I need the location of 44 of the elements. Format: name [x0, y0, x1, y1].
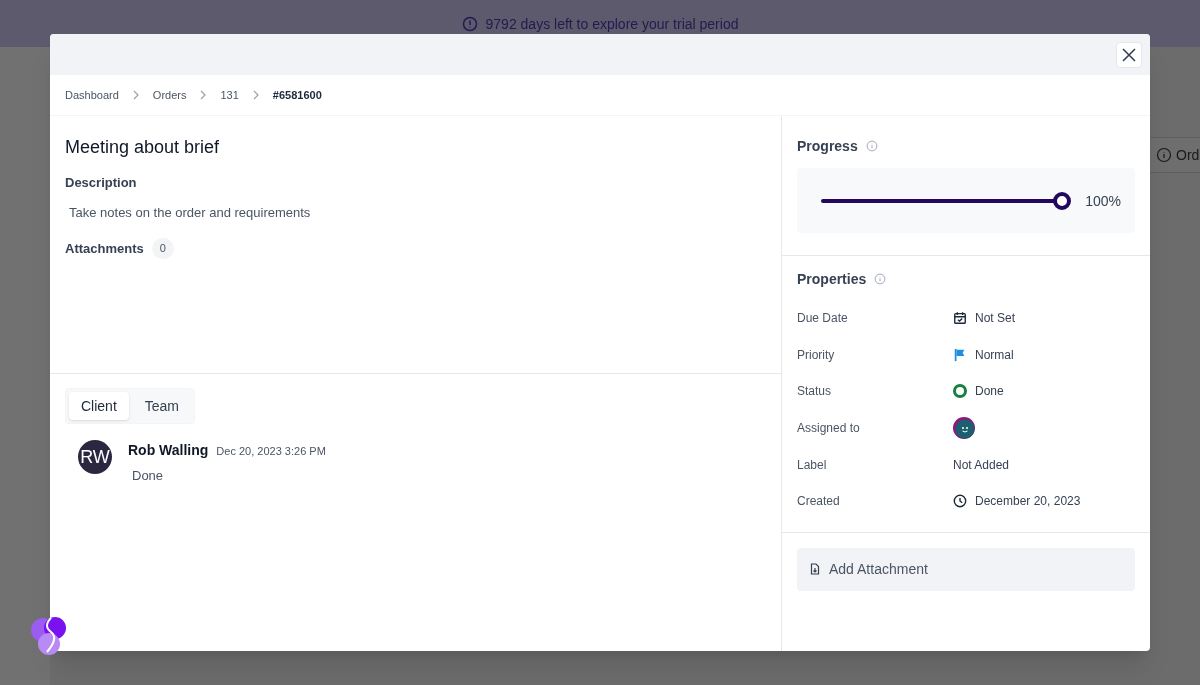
progress-title: Progress: [797, 137, 858, 156]
property-label: Label: [797, 456, 828, 473]
close-icon: [1121, 46, 1137, 63]
breadcrumb-link[interactable]: Orders: [152, 86, 187, 104]
trial-text: 9792 days left to explore your trial period: [485, 14, 739, 34]
properties-title: Properties: [797, 270, 867, 289]
property-value: Normal: [975, 346, 1014, 363]
property-label: Assigned to: [797, 420, 861, 437]
avatar-icon: [953, 417, 975, 440]
property-label: Status: [797, 383, 833, 400]
comment-author: Rob Walling: [128, 441, 209, 460]
add-attachment-button[interactable]: Add Attachment: [797, 547, 1135, 591]
clock-icon: [953, 494, 967, 509]
property-label: Created: [797, 493, 841, 510]
calendar-icon: [953, 311, 967, 326]
alert-icon: [461, 15, 478, 32]
file-icon: [809, 563, 821, 576]
description-text: Take notes on the order and requirements: [68, 203, 312, 222]
slider-thumb[interactable]: [1053, 191, 1072, 210]
info-icon: [874, 273, 887, 285]
comment-tab[interactable]: Client: [69, 392, 129, 420]
flag-icon: [953, 347, 967, 362]
breadcrumb-link[interactable]: Dashboard: [65, 86, 119, 104]
attachments-label: Attachments: [65, 239, 144, 258]
property-value: Not Set: [975, 310, 1016, 327]
task-title: Meeting about brief: [65, 136, 221, 159]
avatar-initials: RW: [78, 440, 112, 474]
property-label: Due Date: [797, 310, 849, 327]
info-icon: [865, 140, 878, 152]
property-value: December 20, 2023: [975, 493, 1081, 510]
property-value: Not Added: [953, 456, 1010, 473]
progress-reading: 100%: [1084, 191, 1121, 211]
close-button[interactable]: [1116, 41, 1142, 68]
background-text: Ord: [1176, 146, 1200, 165]
description-label: Description: [65, 174, 138, 192]
info-icon: [1156, 147, 1172, 163]
property-value: Done: [975, 383, 1004, 400]
comment-tab[interactable]: Team: [132, 392, 192, 420]
comment-text: Done: [131, 467, 165, 485]
breadcrumb-link[interactable]: #6581600: [272, 86, 322, 104]
breadcrumb-link[interactable]: 131: [220, 86, 239, 104]
count-badge: 0: [151, 238, 174, 259]
comment-time: Dec 20, 2023 3:26 PM: [216, 444, 326, 459]
property-label: Priority: [797, 346, 836, 363]
